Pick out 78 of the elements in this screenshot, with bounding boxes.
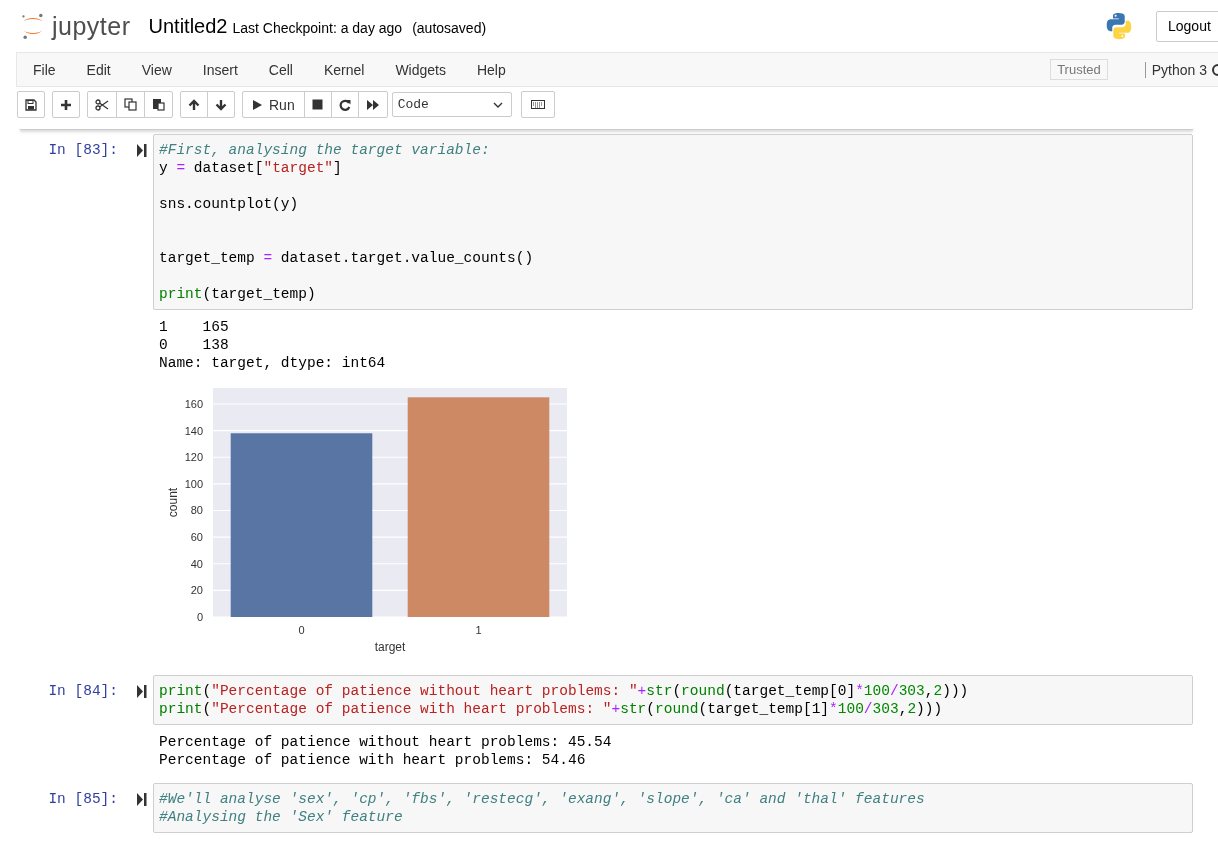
stop-button[interactable] [303,91,332,118]
x-axis-label: target [374,640,406,654]
code-line: print("Percentage of patience with heart problems: "+str(round(target_temp[1]*100/303,2))) [159,700,943,718]
autosave-status: (autosaved) [412,20,487,36]
y-tick-label: 20 [190,584,203,597]
run-cell-icon[interactable] [137,144,147,157]
cell-type-dropdown[interactable]: Code [391,92,512,117]
menu-item[interactable]: Insert [192,61,250,78]
run-cell-icon[interactable] [137,793,147,806]
insert-cell-button[interactable] [52,91,80,118]
x-tick-label: 1 [475,624,482,636]
y-tick-label: 0 [196,611,203,623]
output-text: Percentage of patience without heart problems: 45.54 [159,733,612,751]
menu-item[interactable]: Edit [76,61,123,78]
y-tick-label: 80 [190,504,203,517]
arrow-down-icon [215,98,227,111]
paste-button[interactable] [144,91,173,118]
chevron-down-icon [492,101,503,108]
logout-button[interactable]: Logout [1156,10,1218,42]
code-line: target_temp = dataset.target.value_counts() [159,249,534,267]
stop-icon [312,99,324,110]
code-cell[interactable]: print("Percentage of patience without heart problems: "+str(round(target_temp[0]*100/303,2))) print("Percentage of patience with heart problems: "+str(round(target_temp[1]*100/303,2))) [153,675,1193,725]
fast-forward-button[interactable] [357,91,388,118]
run-button[interactable]: Run [242,91,305,118]
keyboard-button[interactable] [520,91,555,118]
output-text: 1 165 [159,318,229,336]
code-line: #Analysing the 'Sex' feature [159,808,403,826]
menu-item[interactable]: File [23,61,68,78]
menu-item[interactable]: View [131,61,184,78]
y-tick-label: 100 [184,477,203,490]
scissors-icon [95,98,109,111]
plus-icon [60,98,72,111]
y-tick-label: 120 [184,451,203,464]
clipboard-icon [152,98,165,111]
kernel-status-icon [1211,62,1218,77]
jupyter-logo-text[interactable]: jupyter [52,11,131,41]
run-cell-icon[interactable] [137,685,147,698]
menu-item[interactable]: Widgets [385,61,458,78]
code-cell[interactable]: #First, analysing the target variable: y = dataset["target"] sns.countplot(y) target_temp = dataset.target.value_counts() print(target_temp) [153,134,1193,310]
play-icon [252,98,263,111]
copy-icon [124,98,137,111]
copy-button[interactable] [116,91,145,118]
menu-item[interactable]: Help [466,61,518,78]
output-text: 0 138 [159,336,229,354]
output-text: Name: target, dtype: int64 [159,354,386,372]
cell-prompt: In [85]: [47,790,118,808]
save-button[interactable] [17,91,45,118]
restart-button[interactable] [330,91,359,118]
cell-prompt: In [84]: [47,682,118,700]
y-tick-label: 60 [190,531,203,544]
menu-item[interactable]: Kernel [313,61,377,78]
output-text: Percentage of patience with heart problems: 54.46 [159,751,586,769]
fast-forward-icon [365,98,380,111]
arrow-up-icon [188,98,200,111]
y-axis-label: count [166,487,180,518]
y-tick-label: 40 [190,557,203,570]
trusted-indicator[interactable]: Trusted [1050,59,1108,80]
x-tick-label: 0 [298,624,305,636]
cell-prompt: In [83]: [47,141,118,159]
kernel-name[interactable]: Python 3 [1144,61,1207,78]
code-line: #First, analysing the target variable: [159,141,490,159]
code-line: sns.countplot(y) [159,195,299,213]
restart-icon [338,98,351,111]
move-up-button[interactable] [180,91,208,118]
menu-item[interactable]: Cell [258,61,305,78]
move-down-button[interactable] [207,91,235,118]
checkpoint-status: Last Checkpoint: a day ago [232,20,403,36]
y-tick-label: 140 [184,424,203,437]
code-line: print("Percentage of patience without heart problems: "+str(round(target_temp[0]*100/303,2))) [159,682,969,700]
code-line: #We'll analyse 'sex', 'cp', 'fbs', 'restecg', 'exang', 'slope', 'ca' and 'thal' features [159,790,925,808]
keyboard-icon [530,100,545,109]
y-tick-label: 160 [184,398,203,410]
python-logo-icon [1104,11,1134,41]
code-line: y = dataset["target"] [159,159,342,177]
cut-button[interactable] [87,91,117,118]
code-line: print(target_temp) [159,285,316,303]
code-cell[interactable]: #We'll analyse 'sex', 'cp', 'fbs', 'restecg', 'exang', 'slope', 'ca' and 'thal' features #Analysing the 'Sex' feature [153,783,1193,833]
notebook-name[interactable]: Untitled2 [148,14,228,38]
